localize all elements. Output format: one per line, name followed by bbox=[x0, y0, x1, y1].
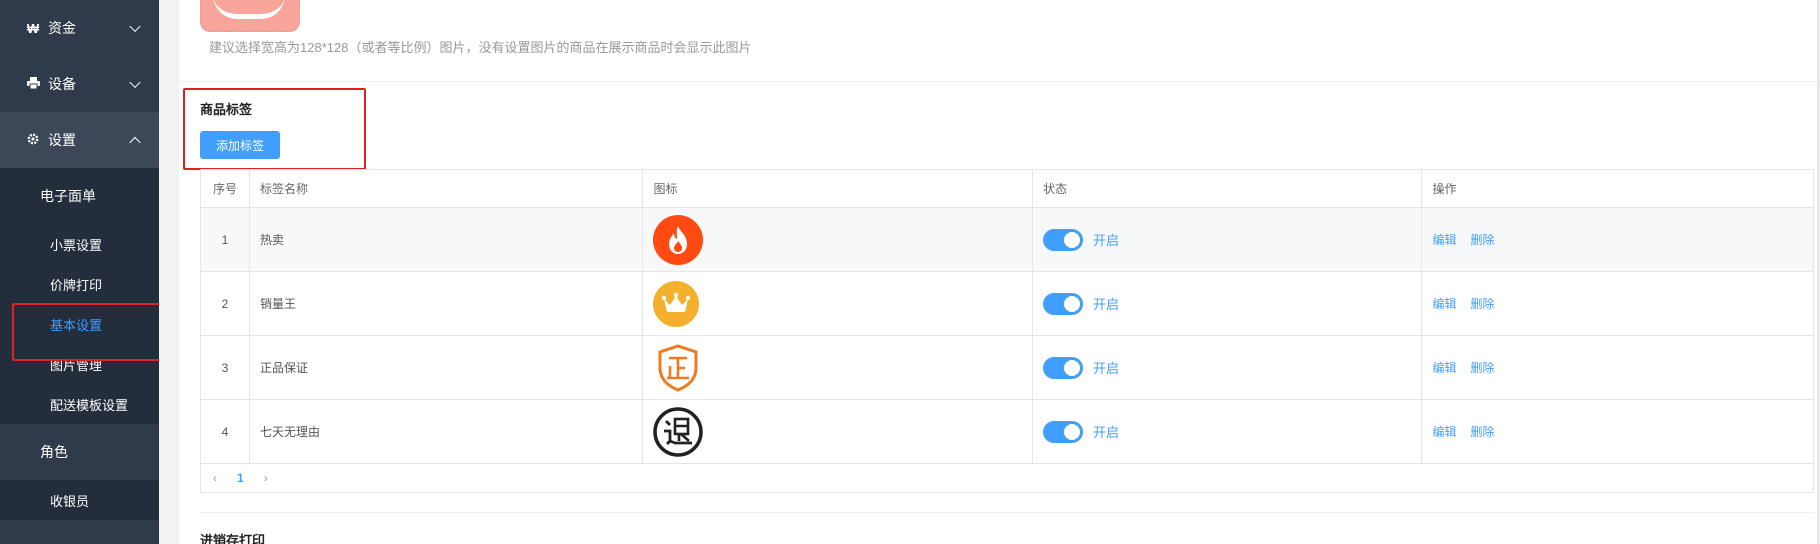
status-text: 开启 bbox=[1092, 297, 1119, 312]
fire-icon bbox=[653, 214, 704, 265]
table-row: 1 热卖 开启 编辑 删除 bbox=[201, 208, 1813, 272]
section-title-inventory-print: 进销存打印 bbox=[200, 533, 266, 544]
header-actions: 操作 bbox=[1432, 182, 1457, 196]
status-text: 开启 bbox=[1092, 425, 1119, 440]
row-name: 七天无理由 bbox=[250, 400, 644, 463]
menu-funds-label: 资金 bbox=[48, 20, 76, 36]
row-name: 热卖 bbox=[250, 208, 644, 271]
return-icon bbox=[653, 406, 704, 457]
delete-link[interactable]: 删除 bbox=[1471, 295, 1495, 312]
table-row: 4 七天无理由 开启 编辑 删除 bbox=[201, 400, 1813, 464]
edit-link[interactable]: 编辑 bbox=[1432, 423, 1456, 440]
header-no: 序号 bbox=[201, 170, 250, 207]
highlight-box bbox=[183, 88, 366, 170]
sidebar: ₩ 资金 设备 设置 电子面单 小票设置 价牌打印 基本设置 图片管理 配送模板… bbox=[0, 0, 164, 544]
submenu-item-receipt[interactable]: 小票设置 bbox=[0, 224, 159, 264]
submenu-waybill-label: 电子面单 bbox=[40, 188, 96, 204]
menu-settings-label: 设置 bbox=[48, 132, 76, 148]
role-item-cashier[interactable]: 收银员 bbox=[0, 480, 159, 520]
settings-submenu: 电子面单 小票设置 价牌打印 基本设置 图片管理 配送模板设置 bbox=[0, 168, 159, 424]
edit-link[interactable]: 编辑 bbox=[1432, 231, 1456, 248]
status-text: 开启 bbox=[1092, 233, 1119, 248]
divider bbox=[200, 512, 1814, 513]
submenu-waybill[interactable]: 电子面单 bbox=[0, 168, 159, 224]
status-toggle[interactable] bbox=[1042, 228, 1083, 251]
menu-role[interactable]: 角色 bbox=[0, 424, 159, 480]
printer-icon bbox=[26, 76, 40, 92]
currency-icon: ₩ bbox=[26, 20, 40, 36]
menu-device-label: 设备 bbox=[48, 76, 76, 92]
next-page-icon[interactable]: › bbox=[264, 471, 268, 485]
table-header: 序号 标签名称 图标 状态 操作 bbox=[201, 170, 1813, 208]
status-text: 开启 bbox=[1092, 361, 1119, 376]
row-no: 1 bbox=[201, 208, 250, 271]
main-content: 建议选择宽高为128*128（或者等比例）图片，没有设置图片的商品在展示商品时会… bbox=[159, 0, 1820, 544]
divider bbox=[179, 81, 1820, 82]
row-name: 正品保证 bbox=[250, 336, 644, 399]
default-image-preview[interactable] bbox=[200, 0, 300, 32]
table-row: 3 正品保证 开启 编辑 删除 bbox=[201, 336, 1813, 400]
crown-icon bbox=[653, 280, 700, 327]
delete-link[interactable]: 删除 bbox=[1471, 231, 1495, 248]
row-no: 2 bbox=[201, 272, 250, 335]
chevron-down-icon bbox=[129, 76, 141, 89]
delete-link[interactable]: 删除 bbox=[1471, 359, 1495, 376]
menu-settings[interactable]: 设置 bbox=[0, 112, 159, 168]
settings-panel: 建议选择宽高为128*128（或者等比例）图片，没有设置图片的商品在展示商品时会… bbox=[179, 0, 1820, 544]
header-status: 状态 bbox=[1033, 170, 1423, 207]
edit-link[interactable]: 编辑 bbox=[1432, 359, 1456, 376]
page-number[interactable]: 1 bbox=[237, 471, 244, 485]
row-no: 4 bbox=[201, 400, 250, 463]
row-no: 3 bbox=[201, 336, 250, 399]
chevron-up-icon bbox=[129, 136, 141, 149]
gear-icon bbox=[26, 133, 40, 148]
highlight-box bbox=[12, 303, 164, 361]
table-row: 2 销量王 开启 编辑 删除 bbox=[201, 272, 1813, 336]
authentic-shield-icon bbox=[653, 343, 703, 393]
submenu-item-delivery-template[interactable]: 配送模板设置 bbox=[0, 384, 159, 424]
pagination: ‹ 1 › bbox=[201, 464, 1813, 492]
menu-role-label: 角色 bbox=[40, 444, 68, 460]
edit-link[interactable]: 编辑 bbox=[1432, 295, 1456, 312]
row-name: 销量王 bbox=[250, 272, 644, 335]
status-toggle[interactable] bbox=[1042, 292, 1083, 315]
tag-table: 序号 标签名称 图标 状态 操作 1 热卖 开启 编辑 删除 2 销量王 开启 … bbox=[200, 169, 1814, 493]
delete-link[interactable]: 删除 bbox=[1471, 423, 1495, 440]
header-name: 标签名称 bbox=[250, 170, 644, 207]
status-toggle[interactable] bbox=[1042, 420, 1083, 443]
submenu-item-price-tag[interactable]: 价牌打印 bbox=[0, 264, 159, 304]
menu-funds[interactable]: ₩ 资金 bbox=[0, 0, 159, 56]
menu-device[interactable]: 设备 bbox=[0, 56, 159, 112]
header-icon: 图标 bbox=[643, 170, 1033, 207]
prev-page-icon[interactable]: ‹ bbox=[213, 471, 217, 485]
status-toggle[interactable] bbox=[1042, 356, 1083, 379]
chevron-down-icon bbox=[129, 20, 141, 33]
image-hint: 建议选择宽高为128*128（或者等比例）图片，没有设置图片的商品在展示商品时会… bbox=[209, 40, 752, 55]
